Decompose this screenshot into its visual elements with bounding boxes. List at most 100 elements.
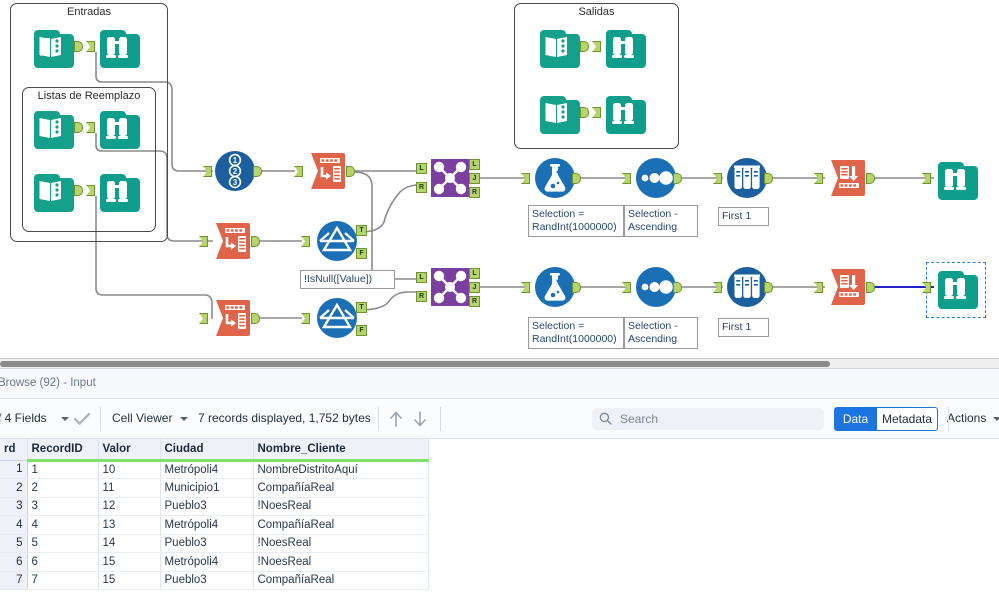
select-tool-3[interactable] <box>199 296 260 340</box>
column-header-ciudad[interactable]: Ciudad <box>160 439 254 462</box>
cell-recordid[interactable]: 5 <box>27 534 99 553</box>
cell-ciudad[interactable]: Pueblo3 <box>160 534 254 553</box>
output-port-left[interactable]: L <box>469 159 480 170</box>
cell-recordid[interactable]: 4 <box>27 515 99 535</box>
sample-tool-2[interactable] <box>713 265 773 309</box>
cell-recordid[interactable]: 1 <box>27 460 99 479</box>
output-port[interactable] <box>253 166 262 177</box>
browse-tool-salidas-2[interactable] <box>592 90 646 134</box>
find-replace-tool-1[interactable] <box>814 156 875 200</box>
output-port[interactable] <box>866 173 875 184</box>
cell-viewer-label[interactable]: Cell Viewer <box>112 411 172 425</box>
output-port-false[interactable]: F <box>356 325 367 336</box>
output-port-false[interactable]: F <box>356 248 367 259</box>
table-row[interactable]: 3 3 12 Pueblo3 !NoesReal <box>0 497 429 516</box>
record-id-tool[interactable]: 1 2 3 <box>203 149 262 193</box>
cell-nombre-cliente[interactable]: CompañíaReal <box>253 571 429 590</box>
input-port[interactable] <box>814 282 823 293</box>
column-header-valor[interactable]: Valor <box>98 439 161 462</box>
output-port[interactable] <box>251 236 260 247</box>
cell-recordid[interactable]: 6 <box>27 552 99 572</box>
filter-tool-2[interactable]: T F <box>301 296 367 340</box>
browse-tool-listas-1[interactable] <box>86 105 140 149</box>
cell-ciudad[interactable]: Metrópoli4 <box>160 552 254 572</box>
input-port[interactable] <box>199 313 208 324</box>
cell-valor[interactable]: 12 <box>98 497 161 516</box>
input-data-tool-1[interactable] <box>30 24 83 68</box>
output-port[interactable] <box>764 282 773 293</box>
view-toggle-metadata[interactable]: Metadata <box>876 407 938 431</box>
sort-tool-2[interactable] <box>622 265 682 309</box>
sort-tool-1[interactable] <box>622 156 682 200</box>
input-port[interactable] <box>922 282 931 293</box>
output-port[interactable] <box>673 173 682 184</box>
output-port[interactable] <box>572 173 581 184</box>
cell-valor[interactable]: 13 <box>98 515 161 535</box>
output-port-true[interactable]: T <box>356 225 367 236</box>
sample-tool-1[interactable] <box>713 156 773 200</box>
column-header-nombre-cliente[interactable]: Nombre_Cliente <box>253 439 429 462</box>
input-port[interactable] <box>713 282 722 293</box>
input-port-right[interactable]: R <box>416 182 427 193</box>
canvas-horizontal-scrollbar[interactable] <box>0 358 999 368</box>
cell-nombre-cliente[interactable]: !NoesReal <box>253 534 429 553</box>
input-port[interactable] <box>301 236 310 247</box>
cell-ciudad[interactable]: Pueblo3 <box>160 571 254 590</box>
filter-tool-1[interactable]: T F <box>301 219 367 263</box>
output-port-join[interactable]: J <box>469 173 480 184</box>
cell-nombre-cliente[interactable]: NombreDistritoAquí <box>253 460 429 479</box>
join-tool-2[interactable]: L R L J R <box>416 265 480 309</box>
input-port-left[interactable]: L <box>416 163 427 174</box>
output-port-left[interactable]: L <box>469 268 480 279</box>
join-tool-1[interactable]: L R L J R <box>416 156 480 200</box>
select-tool-2[interactable] <box>199 219 260 263</box>
input-port[interactable] <box>622 282 631 293</box>
output-port-right[interactable]: R <box>469 296 480 307</box>
table-row[interactable]: 6 6 15 Metrópoli4 !NoesReal <box>0 552 429 572</box>
input-port-right[interactable]: R <box>416 291 427 302</box>
input-port-left[interactable]: L <box>416 272 427 283</box>
input-port[interactable] <box>713 173 722 184</box>
output-port[interactable] <box>74 41 83 52</box>
input-port[interactable] <box>922 173 931 184</box>
formula-tool-2[interactable] <box>521 265 581 309</box>
output-port[interactable] <box>572 282 581 293</box>
input-data-tool-3[interactable] <box>30 168 83 212</box>
cell-nombre-cliente[interactable]: !NoesReal <box>253 552 429 572</box>
output-port[interactable] <box>74 185 83 196</box>
results-data-grid[interactable]: rd RecordID Valor Ciudad Nombre_Cliente … <box>0 439 999 601</box>
up-arrow-icon[interactable] <box>388 410 404 428</box>
find-replace-tool-2[interactable] <box>814 265 875 309</box>
cell-ciudad[interactable]: Municipio1 <box>160 478 254 498</box>
output-port[interactable] <box>346 166 355 177</box>
table-row[interactable]: 4 4 13 Metrópoli4 CompañíaReal <box>0 515 429 535</box>
cell-valor[interactable]: 11 <box>98 478 161 498</box>
cell-recordid[interactable]: 3 <box>27 497 99 516</box>
cell-recordid[interactable]: 2 <box>27 478 99 498</box>
input-port[interactable] <box>814 173 823 184</box>
browse-tool-entradas[interactable] <box>86 24 140 68</box>
browse-tool-salidas-1[interactable] <box>592 24 646 68</box>
input-port[interactable] <box>203 166 212 177</box>
actions-label[interactable]: Actions <box>947 411 986 425</box>
input-port[interactable] <box>294 166 303 177</box>
fields-chevron-down-icon[interactable] <box>61 417 69 421</box>
output-port[interactable] <box>673 282 682 293</box>
output-port[interactable] <box>866 282 875 293</box>
output-port[interactable] <box>580 41 589 52</box>
input-data-tool-2[interactable] <box>30 105 83 149</box>
output-port-true[interactable]: T <box>356 302 367 313</box>
scrollbar-thumb[interactable] <box>0 361 830 367</box>
table-row[interactable]: 7 7 15 Pueblo3 CompañíaReal <box>0 571 429 590</box>
input-port[interactable] <box>521 173 530 184</box>
cell-valor[interactable]: 14 <box>98 534 161 553</box>
output-port[interactable] <box>251 313 260 324</box>
view-toggle-data[interactable]: Data <box>834 407 876 431</box>
cell-viewer-chevron-down-icon[interactable] <box>180 417 188 421</box>
down-arrow-icon[interactable] <box>412 410 428 428</box>
input-port[interactable] <box>521 282 530 293</box>
cell-nombre-cliente[interactable]: CompañíaReal <box>253 515 429 535</box>
cell-valor[interactable]: 15 <box>98 571 161 590</box>
input-port[interactable] <box>301 313 310 324</box>
output-port[interactable] <box>764 173 773 184</box>
